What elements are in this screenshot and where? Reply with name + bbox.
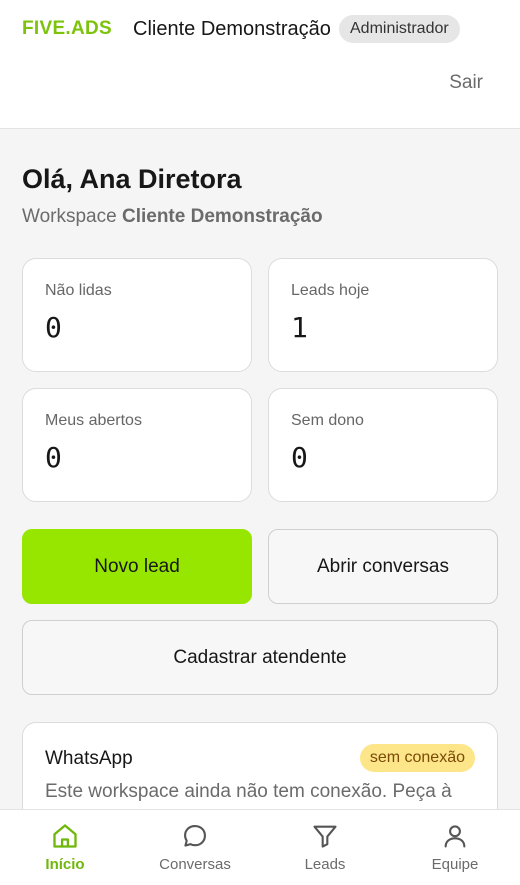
nav-item-home[interactable]: Início — [0, 810, 130, 885]
workspace-prefix: Workspace — [22, 206, 117, 227]
filter-icon — [313, 825, 337, 848]
stat-label: Leads hoje — [291, 282, 370, 299]
nav-label: Conversas — [159, 856, 231, 873]
workspace-name: Cliente Demonstração — [121, 206, 323, 227]
stat-card-leads-today: Leads hoje 1 — [268, 258, 498, 372]
greeting-title: Olá, Ana Diretora — [22, 164, 242, 194]
stat-card-unassigned: Sem dono 0 — [268, 388, 498, 502]
logout-link[interactable]: Sair — [449, 72, 483, 94]
nav-label: Equipe — [431, 856, 479, 873]
stat-value: 0 — [291, 441, 308, 474]
stat-label: Meus abertos — [45, 412, 142, 429]
client-name: Cliente Demonstração — [133, 18, 331, 40]
open-conversations-button[interactable]: Abrir conversas — [268, 529, 498, 604]
nav-item-leads[interactable]: Leads — [260, 810, 390, 885]
nav-label: Início — [45, 856, 85, 873]
stat-value: 0 — [45, 441, 62, 474]
stat-card-unread: Não lidas 0 — [22, 258, 252, 372]
whatsapp-title: WhatsApp — [45, 748, 133, 769]
stat-label: Não lidas — [45, 282, 112, 299]
stat-value: 1 — [291, 311, 308, 344]
nav-item-team[interactable]: Equipe — [390, 810, 520, 885]
bottom-navigation: Início Conversas Leads Equipe — [0, 809, 520, 885]
new-lead-button[interactable]: Novo lead — [22, 529, 252, 604]
user-icon — [444, 825, 466, 848]
register-agent-button[interactable]: Cadastrar atendente — [22, 620, 498, 695]
connection-status-badge: sem conexão — [359, 744, 475, 772]
chat-icon — [184, 825, 206, 847]
role-badge: Administrador — [339, 15, 460, 43]
stat-label: Sem dono — [291, 412, 364, 429]
stat-card-my-open: Meus abertos 0 — [22, 388, 252, 502]
nav-label: Leads — [304, 856, 346, 873]
workspace-subtitle: Workspace Cliente Demonstração — [22, 206, 323, 228]
home-icon — [53, 824, 77, 848]
top-bar: FIVE.ADS Cliente Demonstração Administra… — [0, 0, 520, 129]
nav-item-conversations[interactable]: Conversas — [130, 810, 260, 885]
stat-value: 0 — [45, 311, 62, 344]
whatsapp-description: Este workspace ainda não tem conexão. Pe… — [45, 781, 452, 802]
brand-logo[interactable]: FIVE.ADS — [22, 18, 112, 40]
